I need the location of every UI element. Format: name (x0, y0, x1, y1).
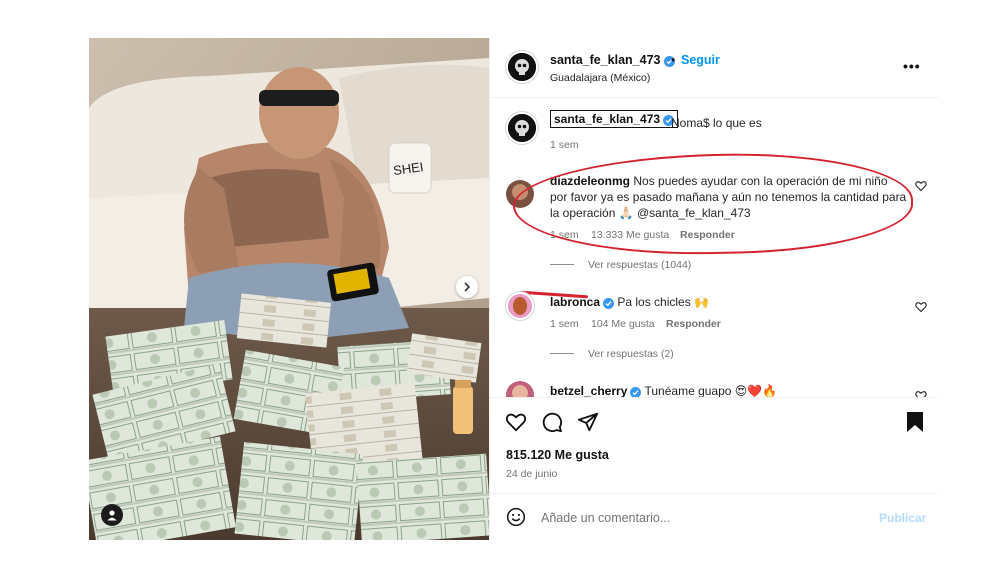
likes-count[interactable]: 815.120 Me gusta (506, 448, 609, 462)
verified-badge-icon (630, 387, 642, 397)
reply-button[interactable]: Responder (680, 229, 735, 241)
post-photo[interactable]: SHEI (89, 38, 489, 540)
author-username[interactable]: santa_fe_klan_473 (550, 53, 675, 67)
commenter-avatar[interactable] (506, 180, 534, 208)
caption-avatar[interactable] (506, 112, 538, 144)
heart-icon[interactable] (915, 180, 927, 192)
author-avatar[interactable] (506, 51, 538, 83)
replies-line (550, 264, 574, 265)
author-username-text[interactable]: santa_fe_klan_473 (550, 53, 661, 67)
view-replies-button[interactable]: Ver respuestas (1044) (550, 259, 691, 271)
skull-logo-icon (508, 114, 536, 142)
post-header: santa_fe_klan_473 • Seguir Guadalajara (… (490, 38, 938, 98)
comment-text: Tunéame guapo 😍❤️🔥 (644, 384, 778, 397)
comment-body: labronca Pa los chicles 🙌 (550, 294, 709, 310)
view-replies-label[interactable]: Ver respuestas (1044) (588, 259, 691, 271)
more-options-button[interactable]: ••• (903, 58, 921, 74)
post-location[interactable]: Guadalajara (México) (550, 72, 650, 84)
verified-badge-icon (603, 298, 615, 309)
comment-body: betzel_cherry Tunéame guapo 😍❤️🔥 (550, 383, 777, 397)
comments-list[interactable]: santa_fe_klan_473 Noma$ lo que es 1 sem … (490, 99, 938, 397)
post-photo-illustration: SHEI (89, 38, 489, 540)
comment-input[interactable] (541, 509, 861, 527)
heart-icon[interactable] (915, 390, 927, 397)
user-icon (107, 510, 117, 521)
caption-text: Noma$ lo que es (671, 116, 762, 130)
comment-text: Pa los chicles 🙌 (617, 295, 709, 309)
comment-time[interactable]: 1 sem (550, 318, 579, 330)
comment-time[interactable]: 1 sem (550, 229, 579, 241)
view-replies-label[interactable]: Ver respuestas (2) (588, 348, 674, 360)
caption-username-text[interactable]: santa_fe_klan_473 (554, 112, 660, 126)
commenter-avatar[interactable] (506, 292, 534, 320)
comment-username[interactable]: betzel_cherry (550, 384, 627, 397)
comment-likes[interactable]: 104 Me gusta (591, 318, 655, 330)
comment-username[interactable]: diazdeleonmg (550, 174, 630, 188)
tagged-users-button[interactable] (101, 504, 123, 526)
comment-username[interactable]: labronca (550, 295, 600, 309)
skull-logo-icon (508, 53, 536, 81)
comment-icon[interactable] (541, 411, 563, 433)
caption-username[interactable]: santa_fe_klan_473 (550, 110, 679, 128)
comment-body: diazdeleonmg Nos puedes ayudar con la op… (550, 173, 908, 221)
heart-icon[interactable] (915, 301, 927, 313)
instagram-post: SHEI santa_fe_klan_473 • Seguir Guadalaj… (89, 38, 938, 540)
bookmark-icon[interactable] (906, 411, 924, 433)
view-replies-button[interactable]: Ver respuestas (2) (550, 348, 674, 360)
chevron-right-icon (464, 282, 471, 292)
add-comment-bar: Publicar (490, 493, 938, 540)
share-icon[interactable] (577, 411, 599, 433)
emoji-icon[interactable] (506, 507, 526, 527)
commenter-avatar[interactable] (506, 381, 534, 397)
publish-button[interactable]: Publicar (879, 511, 926, 525)
follow-button[interactable]: Seguir (681, 53, 720, 67)
reply-button[interactable]: Responder (666, 318, 721, 330)
post-date[interactable]: 24 de junio (506, 468, 557, 480)
post-actions: 815.120 Me gusta 24 de junio (490, 397, 938, 492)
next-photo-button[interactable] (456, 276, 478, 298)
separator-dot: • (671, 53, 676, 67)
heart-icon[interactable] (505, 411, 527, 433)
post-side-panel: santa_fe_klan_473 • Seguir Guadalajara (… (489, 38, 938, 540)
replies-line (550, 353, 574, 354)
caption-time[interactable]: 1 sem (550, 139, 579, 151)
comment-likes[interactable]: 13.333 Me gusta (591, 229, 669, 241)
